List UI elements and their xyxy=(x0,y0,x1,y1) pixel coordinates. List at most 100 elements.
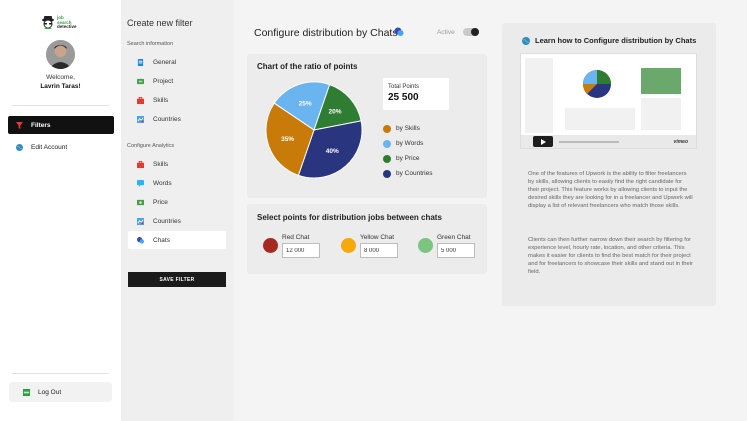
analytics-item-words[interactable]: Words xyxy=(128,174,226,192)
filter-item-countries[interactable]: Countries xyxy=(128,110,226,128)
chats-icon xyxy=(394,27,404,36)
chart-card: Chart of the ratio of points 25% 20% 40% 35… xyxy=(247,54,487,198)
points-title: Select points for distribution jobs betw… xyxy=(257,213,442,222)
nav-item-edit-account[interactable]: Edit Account xyxy=(8,138,114,156)
red-chat-points-input[interactable] xyxy=(282,243,320,258)
learn-card: Learn how to Configure distribution by C… xyxy=(502,23,716,306)
video-preview-text xyxy=(641,98,681,130)
analytics-item-chats[interactable]: Chats xyxy=(128,231,226,249)
green-chat-label: Green Chat xyxy=(437,234,471,241)
legend-item: by Countries xyxy=(383,166,433,181)
analytics-item-label: Skills xyxy=(153,160,169,168)
pie-slice-label: 40% xyxy=(326,148,339,155)
nav-label: Edit Account xyxy=(31,143,68,151)
analytics-item-label: Chats xyxy=(153,236,170,244)
total-points-value: 25 500 xyxy=(388,92,419,103)
detective-logo-icon xyxy=(42,16,54,29)
active-toggle[interactable] xyxy=(463,28,479,36)
chats-icon xyxy=(137,236,144,244)
tutorial-video[interactable]: vimeo xyxy=(520,53,697,149)
legend-item: by Words xyxy=(383,136,433,151)
legend-label: by Skills xyxy=(396,125,420,132)
pie-slice-label: 25% xyxy=(299,101,312,108)
filter-panel-title: Create new filter xyxy=(127,18,193,28)
video-preview-pie-icon xyxy=(582,70,611,98)
red-chat-swatch xyxy=(263,238,278,253)
map-icon xyxy=(137,217,144,225)
yellow-chat-swatch xyxy=(341,238,356,253)
sidebar: job search detective Welcome, Lavrin Tar… xyxy=(0,0,121,421)
filter-item-label: General xyxy=(153,58,177,66)
section-label-analytics: Configure Analytics xyxy=(127,143,175,149)
points-card: Select points for distribution jobs betw… xyxy=(247,204,487,274)
video-preview-card xyxy=(565,108,635,130)
analytics-item-label: Words xyxy=(153,179,172,187)
yellow-chat-label: Yellow Chat xyxy=(360,234,395,241)
avatar[interactable] xyxy=(46,40,75,69)
logout-icon xyxy=(23,388,30,396)
learn-paragraph-2: Clients can then further narrow down the… xyxy=(528,237,693,276)
legend-swatch xyxy=(383,139,391,148)
legend-swatch xyxy=(383,154,391,163)
total-points-box: Total Points 25 500 xyxy=(383,78,449,110)
user-photo-icon xyxy=(46,40,75,69)
learn-title: Learn how to Configure distribution by C… xyxy=(535,36,697,45)
money-icon xyxy=(137,199,144,205)
pie-slice-label: 35% xyxy=(281,136,294,143)
funnel-icon xyxy=(16,121,23,129)
yellow-chat-points-input[interactable] xyxy=(360,243,398,258)
logout-button[interactable]: Log Out xyxy=(9,382,112,402)
play-icon[interactable] xyxy=(533,136,553,147)
legend-label: by Countries xyxy=(396,170,433,177)
nav-item-filters[interactable]: Filters xyxy=(8,116,114,134)
vimeo-logo: vimeo xyxy=(673,139,688,145)
analytics-item-countries[interactable]: Countries xyxy=(128,212,226,230)
briefcase-icon xyxy=(137,96,144,104)
save-filter-button[interactable]: SAVE FILTER xyxy=(128,272,226,287)
legend-swatch xyxy=(383,169,391,178)
user-name: Lavrin Taras! xyxy=(40,83,81,90)
filter-item-label: Project xyxy=(153,77,174,85)
logout-label: Log Out xyxy=(38,388,62,396)
video-preview-thumbnail xyxy=(641,68,681,94)
legend-swatch xyxy=(383,124,391,133)
analytics-item-label: Price xyxy=(153,198,168,206)
analytics-item-label: Countries xyxy=(153,217,181,225)
filter-item-skills[interactable]: Skills xyxy=(128,91,226,109)
project-icon xyxy=(137,78,144,84)
learn-paragraph-1: One of the features of Upwork is the abi… xyxy=(528,171,693,210)
video-control-bar: vimeo xyxy=(521,135,696,148)
green-chat-points-input[interactable] xyxy=(437,243,475,258)
video-progress-track[interactable] xyxy=(559,141,619,143)
filter-item-label: Skills xyxy=(153,96,169,104)
chart-legend: by Skills by Words by Price by Countries xyxy=(383,121,433,181)
chart-title: Chart of the ratio of points xyxy=(257,62,358,71)
green-chat-swatch xyxy=(418,238,433,253)
nav-label: Filters xyxy=(31,121,51,129)
pie-slice-label: 20% xyxy=(329,109,342,116)
briefcase-icon xyxy=(137,160,144,168)
analytics-item-price[interactable]: Price xyxy=(128,193,226,211)
filter-item-project[interactable]: Project xyxy=(128,72,226,90)
total-points-label: Total Points xyxy=(388,84,420,90)
globe-icon xyxy=(522,37,530,45)
globe-icon xyxy=(16,143,23,151)
video-preview-sidebar xyxy=(525,58,553,133)
filter-item-label: Countries xyxy=(153,115,181,123)
map-icon xyxy=(137,115,144,123)
legend-item: by Skills xyxy=(383,121,433,136)
legend-label: by Words xyxy=(396,140,424,147)
divider xyxy=(12,105,109,106)
divider xyxy=(12,373,109,374)
red-chat-label: Red Chat xyxy=(282,234,310,241)
document-icon xyxy=(137,58,144,66)
toggle-knob xyxy=(471,28,479,36)
analytics-item-skills[interactable]: Skills xyxy=(128,155,226,173)
page-title: Configure distribution by Chats xyxy=(254,27,398,39)
legend-item: by Price xyxy=(383,151,433,166)
welcome-block: Welcome, Lavrin Taras! xyxy=(0,73,121,91)
active-label: Active xyxy=(437,29,455,36)
brand-logo[interactable]: job search detective xyxy=(40,15,90,33)
pie-chart: 25% 20% 40% 35% xyxy=(265,81,363,179)
filter-item-general[interactable]: General xyxy=(128,53,226,71)
